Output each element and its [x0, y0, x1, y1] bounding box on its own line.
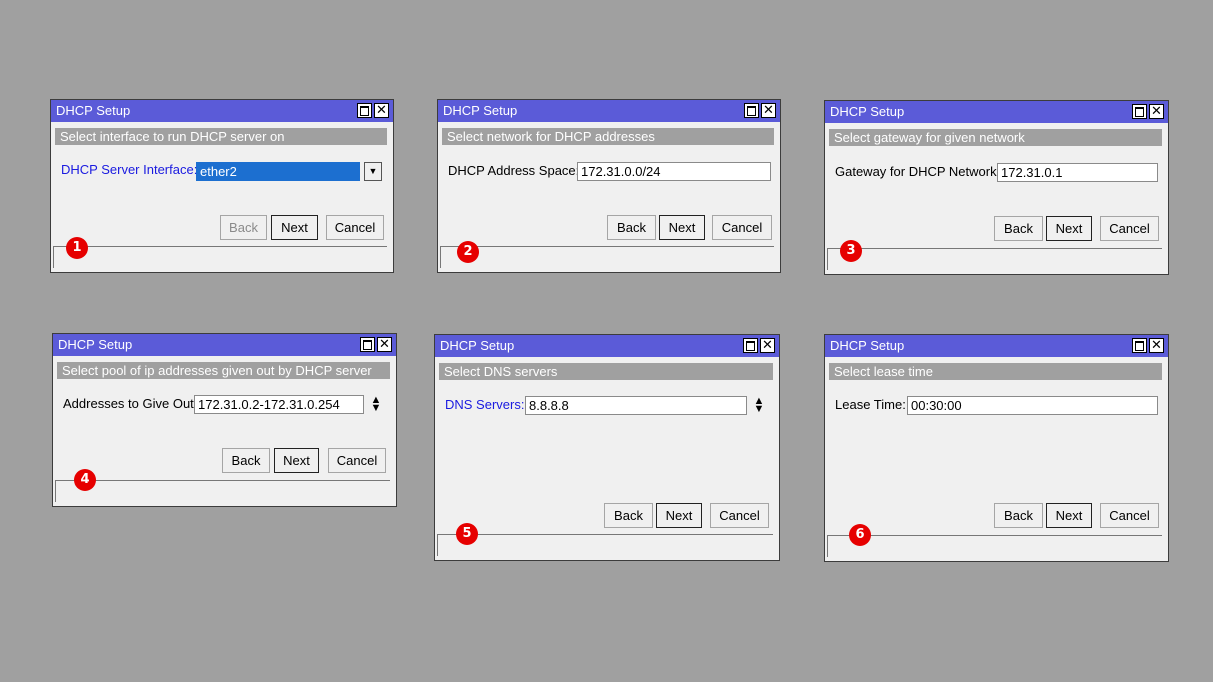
step-badge: 1 [66, 237, 88, 259]
field-row: Lease Time: [835, 397, 910, 412]
field-row: Addresses to Give Out: [63, 396, 201, 411]
next-button[interactable]: Next [1046, 503, 1092, 528]
back-button[interactable]: Back [607, 215, 656, 240]
dropdown-arrow-icon[interactable]: ▼ [364, 162, 382, 181]
dhcp-setup-dialog-6: DHCP Setup ✕ Select lease time Lease Tim… [824, 334, 1169, 562]
title-bar[interactable]: DHCP Setup ✕ [438, 100, 780, 122]
title-bar[interactable]: DHCP Setup ✕ [435, 335, 779, 357]
next-button[interactable]: Next [274, 448, 319, 473]
cancel-button[interactable]: Cancel [1100, 216, 1159, 241]
next-button[interactable]: Next [656, 503, 702, 528]
step-description: Select gateway for given network [829, 129, 1162, 146]
dhcp-setup-dialog-1: DHCP Setup ✕ Select interface to run DHC… [50, 99, 394, 273]
cancel-button[interactable]: Cancel [710, 503, 769, 528]
next-button[interactable]: Next [271, 215, 318, 240]
dhcp-setup-dialog-4: DHCP Setup ✕ Select pool of ip addresses… [52, 333, 397, 507]
dhcp-setup-dialog-2: DHCP Setup ✕ Select network for DHCP add… [437, 99, 781, 273]
field-row: DHCP Server Interface: [61, 162, 201, 177]
close-icon[interactable]: ✕ [374, 103, 389, 118]
dns-servers-label[interactable]: DNS Servers: [445, 397, 524, 412]
step-badge: 2 [457, 241, 479, 263]
dialog-title: DHCP Setup [58, 337, 133, 352]
dhcp-address-space-input[interactable]: 172.31.0.0/24 [577, 162, 771, 181]
cancel-button[interactable]: Cancel [1100, 503, 1159, 528]
step-badge: 4 [74, 469, 96, 491]
status-bar [53, 246, 387, 268]
back-button[interactable]: Back [604, 503, 653, 528]
lease-time-label: Lease Time: [835, 397, 906, 412]
dhcp-setup-dialog-3: DHCP Setup ✕ Select gateway for given ne… [824, 100, 1169, 275]
spin-updown-icon[interactable]: ▲ ▼ [753, 396, 765, 415]
close-icon[interactable]: ✕ [1149, 104, 1164, 119]
status-bar [827, 535, 1162, 557]
status-bar [827, 248, 1162, 270]
step-description: Select pool of ip addresses given out by… [57, 362, 390, 379]
close-icon[interactable]: ✕ [760, 338, 775, 353]
status-bar [55, 480, 390, 502]
back-button[interactable]: Back [994, 216, 1043, 241]
dns-servers-input[interactable]: 8.8.8.8 [525, 396, 747, 415]
gateway-input[interactable]: 172.31.0.1 [997, 163, 1158, 182]
next-button[interactable]: Next [659, 215, 705, 240]
maximize-icon[interactable] [744, 103, 759, 118]
maximize-icon[interactable] [357, 103, 372, 118]
dialog-title: DHCP Setup [830, 338, 905, 353]
title-bar[interactable]: DHCP Setup ✕ [53, 334, 396, 356]
field-row: DHCP Address Space: [448, 163, 583, 178]
back-button[interactable]: Back [994, 503, 1043, 528]
addresses-to-give-out-label: Addresses to Give Out: [63, 396, 198, 411]
gateway-label: Gateway for DHCP Network: [835, 164, 1001, 179]
cancel-button[interactable]: Cancel [328, 448, 386, 473]
dialog-title: DHCP Setup [830, 104, 905, 119]
maximize-icon[interactable] [1132, 104, 1147, 119]
step-badge: 6 [849, 524, 871, 546]
title-bar[interactable]: DHCP Setup ✕ [825, 335, 1168, 357]
back-button[interactable]: Back [222, 448, 270, 473]
status-bar [437, 534, 773, 556]
lease-time-input[interactable]: 00:30:00 [907, 396, 1158, 415]
maximize-icon[interactable] [1132, 338, 1147, 353]
dhcp-setup-dialog-5: DHCP Setup ✕ Select DNS servers DNS Serv… [434, 334, 780, 561]
status-bar [440, 246, 774, 268]
step-badge: 5 [456, 523, 478, 545]
cancel-button[interactable]: Cancel [712, 215, 772, 240]
maximize-icon[interactable] [743, 338, 758, 353]
title-bar[interactable]: DHCP Setup ✕ [825, 101, 1168, 123]
step-description: Select lease time [829, 363, 1162, 380]
next-button[interactable]: Next [1046, 216, 1092, 241]
field-row: Gateway for DHCP Network: [835, 164, 1004, 179]
dialog-title: DHCP Setup [56, 103, 131, 118]
close-icon[interactable]: ✕ [377, 337, 392, 352]
step-description: Select interface to run DHCP server on [55, 128, 387, 145]
dhcp-server-interface-select[interactable]: ether2 [196, 162, 360, 181]
addresses-to-give-out-input[interactable]: 172.31.0.2-172.31.0.254 [194, 395, 364, 414]
spin-updown-icon[interactable]: ▲ ▼ [370, 395, 382, 414]
close-icon[interactable]: ✕ [761, 103, 776, 118]
dialog-title: DHCP Setup [443, 103, 518, 118]
step-description: Select network for DHCP addresses [442, 128, 774, 145]
dhcp-server-interface-label[interactable]: DHCP Server Interface: [61, 162, 197, 177]
field-row: DNS Servers: [445, 397, 528, 412]
close-icon[interactable]: ✕ [1149, 338, 1164, 353]
maximize-icon[interactable] [360, 337, 375, 352]
cancel-button[interactable]: Cancel [326, 215, 384, 240]
back-button[interactable]: Back [220, 215, 267, 240]
step-description: Select DNS servers [439, 363, 773, 380]
title-bar[interactable]: DHCP Setup ✕ [51, 100, 393, 122]
step-badge: 3 [840, 240, 862, 262]
dialog-title: DHCP Setup [440, 338, 515, 353]
dhcp-address-space-label: DHCP Address Space: [448, 163, 580, 178]
